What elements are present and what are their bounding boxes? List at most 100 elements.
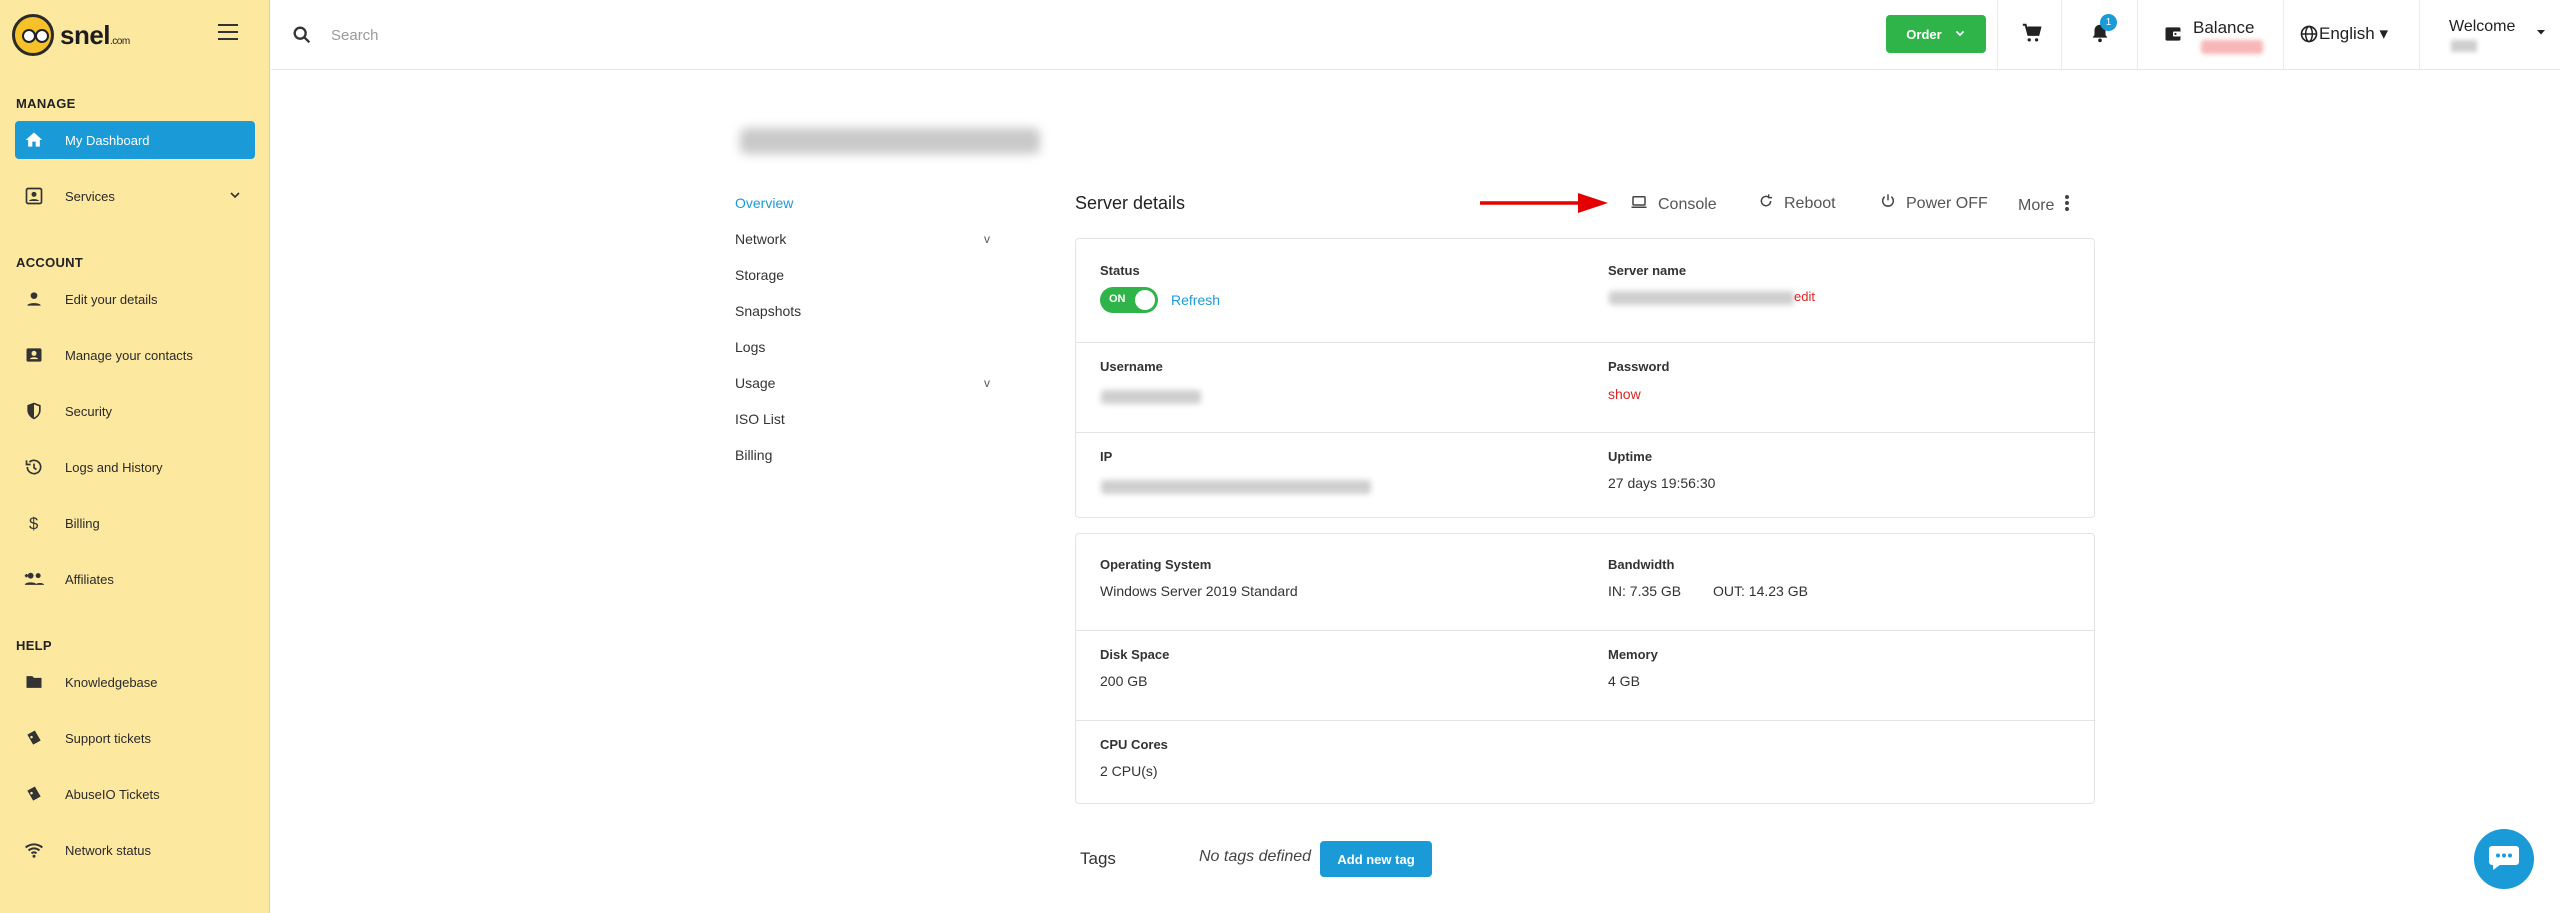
history-icon (23, 456, 45, 478)
services-icon (23, 185, 45, 207)
sidebar-item-abuseio-tickets[interactable]: AbuseIO Tickets (15, 775, 255, 813)
sidebar-item-label: Billing (65, 515, 100, 531)
balance-label[interactable]: Balance (2193, 18, 2254, 38)
uptime-label: Uptime (1608, 449, 1653, 464)
cpu-label: CPU Cores (1100, 737, 1168, 752)
group-icon (23, 568, 45, 590)
sidebar-item-contacts[interactable]: Manage your contacts (15, 336, 255, 374)
chat-bubble-icon (2488, 842, 2520, 877)
ip-redacted (1101, 480, 1371, 494)
reboot-label: Reboot (1784, 194, 1836, 212)
caret-down-icon[interactable] (2535, 25, 2547, 43)
sidebar-item-logs[interactable]: Logs and History (15, 448, 255, 486)
power-icon (1880, 193, 1896, 214)
balance-value-redacted (2201, 40, 2263, 54)
search-icon[interactable] (291, 24, 313, 51)
subnav-snapshots[interactable]: Snapshots (735, 303, 801, 319)
menu-toggle-icon[interactable] (218, 24, 238, 40)
sidebar-item-dashboard[interactable]: My Dashboard (15, 121, 255, 159)
subnav-usage[interactable]: Usage (735, 375, 775, 391)
home-icon (23, 129, 45, 151)
expand-icon[interactable]: v (984, 376, 990, 390)
subnav-storage[interactable]: Storage (735, 267, 784, 283)
server-name-label: Server name (1608, 263, 1687, 278)
memory-value: 4 GB (1608, 673, 1640, 689)
notification-badge: 1 (2100, 14, 2117, 31)
username-redacted (2451, 40, 2477, 52)
memory-label: Memory (1608, 647, 1658, 662)
welcome-label[interactable]: Welcome (2449, 18, 2515, 36)
more-button[interactable]: More (2018, 193, 2070, 218)
divider (1076, 432, 2094, 433)
section-account: ACCOUNT (16, 255, 84, 270)
sidebar-item-knowledgebase[interactable]: Knowledgebase (15, 663, 255, 701)
sidebar-item-label: My Dashboard (65, 132, 150, 148)
shield-icon (23, 400, 45, 422)
sidebar-item-edit-details[interactable]: Edit your details (15, 280, 255, 318)
sidebar-item-billing[interactable]: $ Billing (15, 504, 255, 542)
sidebar-item-label: AbuseIO Tickets (65, 786, 160, 802)
server-name-redacted (1609, 291, 1794, 305)
status-toggle[interactable]: ON (1100, 287, 1158, 313)
username-redacted (1101, 390, 1201, 404)
brand-logo[interactable]: snel.com (12, 14, 130, 56)
divider (1997, 0, 1998, 70)
power-off-button[interactable]: Power OFF (1880, 193, 1988, 214)
refresh-link[interactable]: Refresh (1171, 292, 1220, 308)
contacts-icon (23, 344, 45, 366)
brand-suffix: .com (110, 35, 130, 47)
server-info-card: Status ON Refresh Server name edit Usern… (1075, 238, 2095, 518)
ticket-icon (23, 727, 45, 749)
sidebar: snel.com MANAGE My Dashboard Services AC… (0, 0, 270, 913)
divider (2137, 0, 2138, 70)
sidebar-item-label: Knowledgebase (65, 674, 158, 690)
divider (1076, 342, 2094, 343)
divider (1076, 630, 2094, 631)
sidebar-item-affiliates[interactable]: Affiliates (15, 560, 255, 598)
no-tags-text: No tags defined (1199, 848, 1312, 865)
order-button[interactable]: Order (1886, 15, 1986, 53)
sidebar-item-label: Manage your contacts (65, 347, 193, 363)
uptime-value: 27 days 19:56:30 (1608, 475, 1716, 491)
bee-logo-icon (12, 14, 54, 56)
section-manage: MANAGE (16, 96, 76, 111)
tags-label: Tags (1080, 849, 1116, 868)
search-input[interactable] (331, 22, 931, 48)
add-tag-button[interactable]: Add new tag (1320, 841, 1432, 877)
console-button[interactable]: Console (1630, 193, 1717, 216)
subnav-network[interactable]: Network (735, 231, 786, 247)
person-icon (23, 288, 45, 310)
chevron-down-icon (1954, 27, 1966, 42)
red-arrow-annotation (1480, 191, 1610, 220)
divider (2283, 0, 2284, 70)
reboot-button[interactable]: Reboot (1758, 193, 1836, 214)
divider (1076, 720, 2094, 721)
sidebar-item-support-tickets[interactable]: Support tickets (15, 719, 255, 757)
bandwidth-label: Bandwidth (1608, 557, 1675, 572)
os-label: Operating System (1100, 557, 1212, 572)
cart-icon[interactable] (2021, 22, 2043, 49)
subnav-billing[interactable]: Billing (735, 447, 772, 463)
bandwidth-in: IN: 7.35 GB (1608, 583, 1682, 599)
language-selector[interactable]: English ▾ (2319, 24, 2388, 44)
sidebar-item-security[interactable]: Security (15, 392, 255, 430)
sidebar-item-label: Support tickets (65, 730, 151, 746)
disk-label: Disk Space (1100, 647, 1170, 662)
sidebar-item-label: Logs and History (65, 459, 163, 475)
show-password-link[interactable]: show (1608, 386, 1641, 402)
password-label: Password (1608, 359, 1670, 374)
edit-server-name-link[interactable]: edit (1794, 289, 1815, 304)
subnav-overview[interactable]: Overview (735, 195, 793, 211)
chat-widget[interactable] (2474, 829, 2534, 889)
sidebar-item-services[interactable]: Services (15, 177, 255, 215)
status-label: Status (1100, 263, 1140, 278)
sidebar-item-network-status[interactable]: Network status (15, 831, 255, 869)
reboot-icon (1758, 193, 1774, 214)
subnav-iso-list[interactable]: ISO List (735, 411, 785, 427)
power-off-label: Power OFF (1906, 194, 1988, 212)
chevron-down-icon[interactable] (227, 187, 243, 206)
expand-icon[interactable]: v (984, 232, 990, 246)
wallet-icon[interactable] (2163, 24, 2183, 49)
subnav-logs[interactable]: Logs (735, 339, 765, 355)
language-label: English (2319, 24, 2375, 43)
